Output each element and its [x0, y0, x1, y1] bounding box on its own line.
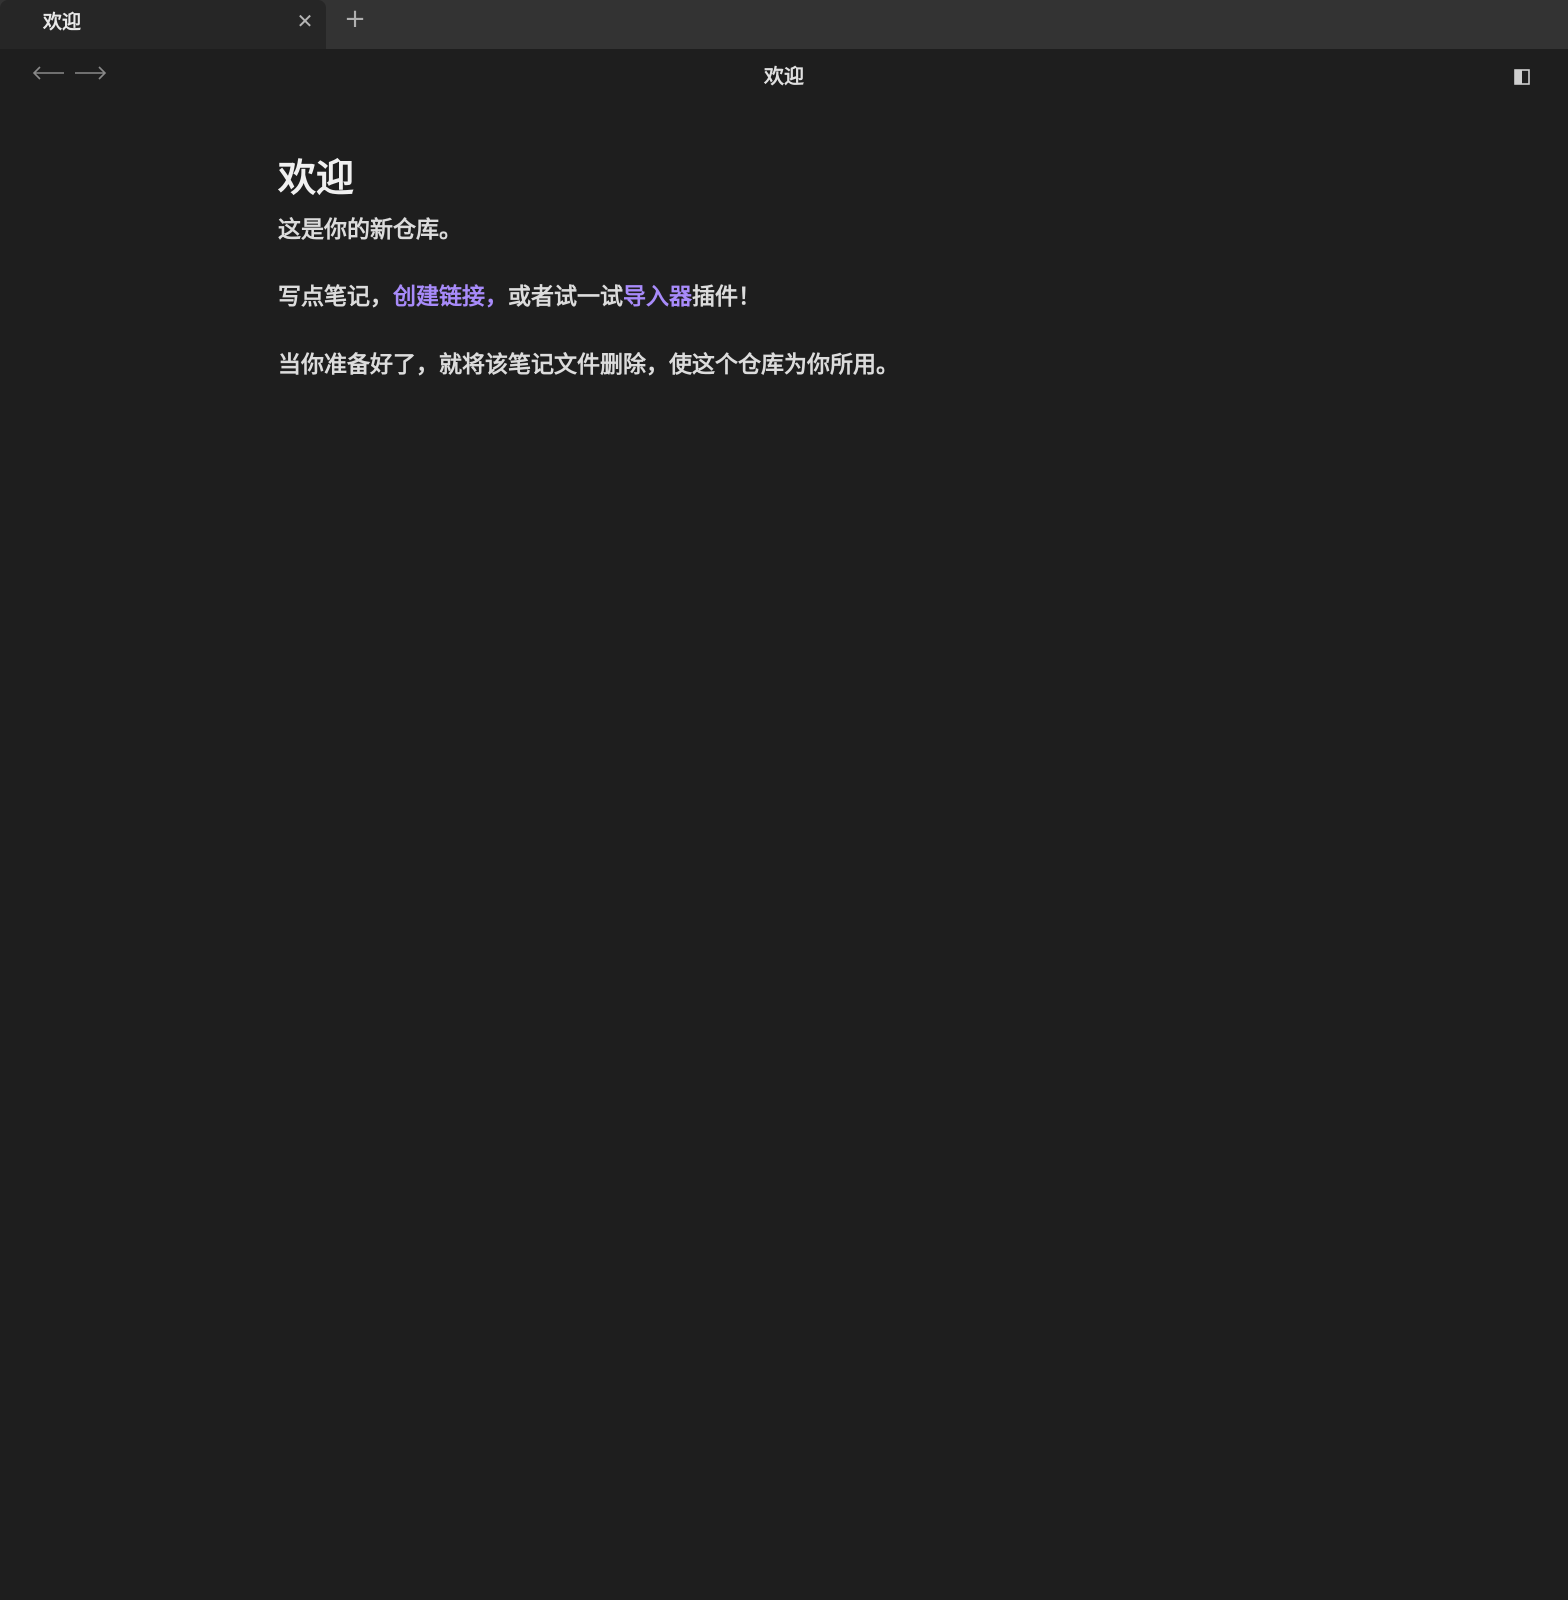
paragraph-text: 写点笔记， — [278, 284, 393, 310]
paragraph-suggestions: 写点笔记，创建链接，或者试一试导入器插件！ — [278, 279, 1278, 315]
note-title: 欢迎 — [278, 156, 355, 200]
paragraph-intro: 这是你的新仓库。 — [278, 217, 462, 243]
sidebar-toggle-icon[interactable] — [1511, 66, 1533, 88]
importer-link[interactable]: 导入器 — [623, 284, 692, 310]
app-window: 欢迎 ✕ + 欢迎 欢迎 这是你的新仓库。 写点笔记，创建链接，或者试一试导入器… — [0, 0, 1568, 1600]
create-link-link[interactable]: 创建链接， — [393, 284, 508, 310]
view-title[interactable]: 欢迎 — [0, 63, 1568, 89]
view-header: 欢迎 — [0, 49, 1568, 105]
note-content[interactable]: 欢迎 这是你的新仓库。 写点笔记，创建链接，或者试一试导入器插件！ 当你准备好了… — [278, 150, 1278, 383]
paragraph-text: 插件！ — [692, 284, 761, 310]
tab-bar: 欢迎 ✕ + — [0, 0, 1568, 49]
close-icon[interactable]: ✕ — [293, 9, 317, 33]
new-tab-plus-icon[interactable]: + — [340, 4, 370, 34]
tab-title: 欢迎 — [43, 11, 82, 33]
paragraph-text: 或者试一试 — [508, 284, 623, 310]
paragraph-ready: 当你准备好了，就将该笔记文件删除，使这个仓库为你所用。 — [278, 352, 899, 378]
tab-welcome[interactable]: 欢迎 ✕ — [0, 0, 326, 49]
